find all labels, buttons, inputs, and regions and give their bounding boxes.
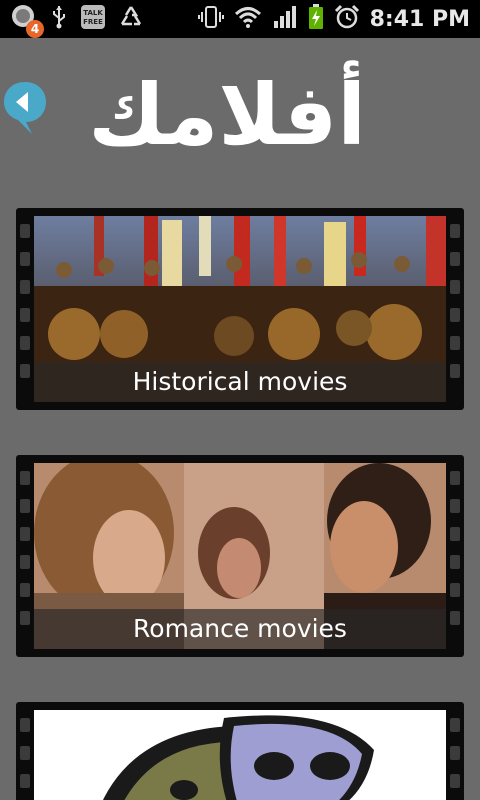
film-perforations-right <box>446 702 464 800</box>
usb-icon <box>50 4 68 34</box>
category-thumbnail: Romance movies <box>34 463 446 649</box>
back-bubble-icon <box>4 82 46 134</box>
film-perforations-left <box>16 455 34 657</box>
category-card-historical[interactable]: Historical movies <box>16 208 464 410</box>
gmail-notification-icon: 4 <box>10 4 44 38</box>
category-thumbnail: Historical movies <box>34 216 446 402</box>
vibrate-icon <box>197 4 224 34</box>
status-bar: 4 TALK FREE 8:41 PM <box>0 0 480 38</box>
status-time: 8:41 PM <box>369 6 470 32</box>
film-perforations-left <box>16 702 34 800</box>
film-perforations-left <box>16 208 34 410</box>
notification-count-badge: 4 <box>26 20 44 38</box>
back-button[interactable] <box>2 80 48 136</box>
status-bar-right: 8:41 PM <box>197 4 470 34</box>
signal-strength-icon <box>272 5 298 33</box>
app-title: أفلامك <box>88 66 366 164</box>
category-caption: Romance movies <box>133 614 347 643</box>
category-caption: Historical movies <box>132 367 348 396</box>
category-card-drama[interactable] <box>16 702 464 800</box>
category-card-romance[interactable]: Romance movies <box>16 455 464 657</box>
alarm-clock-icon <box>334 4 360 34</box>
talk-free-icon: TALK FREE <box>80 4 106 34</box>
film-perforations-right <box>446 208 464 410</box>
category-thumbnail <box>34 710 446 800</box>
svg-text:TALK: TALK <box>83 9 103 17</box>
film-perforations-right <box>446 455 464 657</box>
status-bar-left: 4 TALK FREE <box>10 4 144 38</box>
battery-charging-icon <box>308 4 324 34</box>
wifi-icon <box>234 5 262 33</box>
recycle-icon <box>118 4 144 34</box>
svg-text:FREE: FREE <box>83 18 103 26</box>
theatre-masks-image <box>34 710 446 800</box>
